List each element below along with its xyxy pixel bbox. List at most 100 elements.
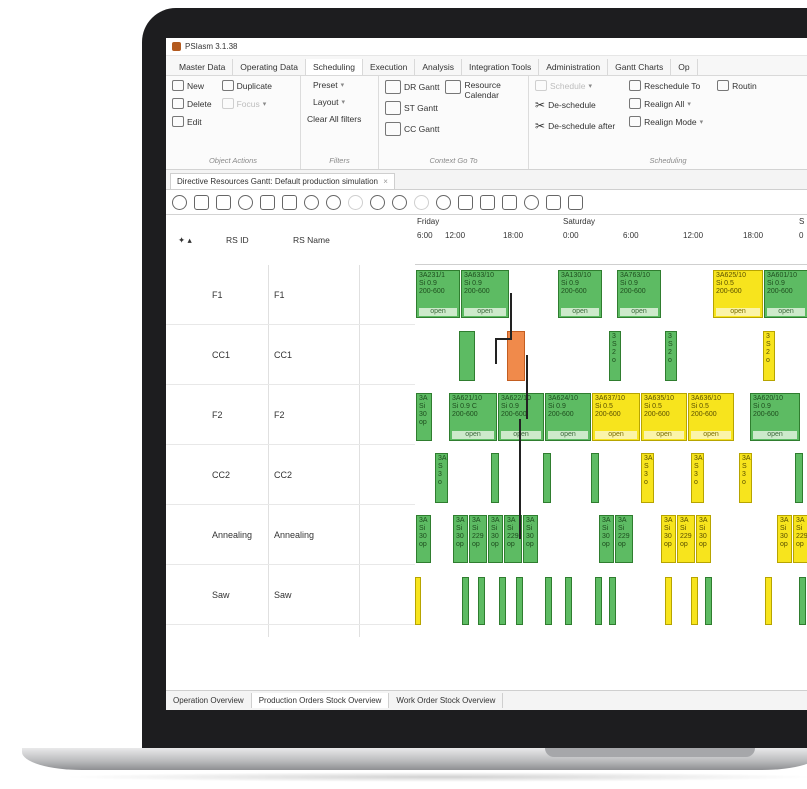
operation-block[interactable]: 3S2o bbox=[665, 331, 677, 381]
skip-forward-icon[interactable] bbox=[216, 194, 231, 210]
preset-dropdown[interactable]: Preset ▾ bbox=[307, 80, 372, 90]
zoom-disabled-icon[interactable] bbox=[348, 194, 363, 210]
menu-tab-gantt-charts[interactable]: Gantt Charts bbox=[608, 59, 672, 75]
link-icon[interactable] bbox=[546, 194, 561, 210]
operation-bar[interactable] bbox=[491, 453, 499, 503]
resource-row[interactable]: F1 F1 bbox=[166, 265, 415, 325]
realign-mode-button[interactable]: Realign Mode ▾ bbox=[629, 116, 703, 127]
tab-operation-overview[interactable]: Operation Overview bbox=[166, 693, 252, 708]
resource-row[interactable]: CC1 CC1 bbox=[166, 325, 415, 385]
operation-block[interactable]: 3A637/10 Si 0.5 200-600 open bbox=[592, 393, 640, 441]
reschedule-to-button[interactable]: Reschedule To bbox=[629, 80, 703, 91]
operation-bar[interactable] bbox=[765, 577, 772, 625]
operation-block[interactable]: 3A Si 30 op bbox=[416, 393, 432, 441]
resource-row[interactable]: CC2 CC2 bbox=[166, 445, 415, 505]
operation-block[interactable]: 3A231/1 Si 0.9 200-600 open bbox=[416, 270, 460, 318]
skip-back-icon[interactable] bbox=[194, 194, 209, 210]
operation-block[interactable]: 3S2o bbox=[609, 331, 621, 381]
operation-bar[interactable] bbox=[799, 577, 806, 625]
operation-bar[interactable] bbox=[543, 453, 551, 503]
column-header-rs-id[interactable]: RS ID bbox=[226, 215, 249, 265]
time-icon[interactable] bbox=[524, 194, 539, 210]
operation-block[interactable]: 3A S 3 o bbox=[739, 453, 752, 503]
edit-button[interactable]: Edit bbox=[172, 116, 212, 127]
compare-icon[interactable] bbox=[568, 194, 583, 210]
tab-directive-resources-gantt[interactable]: Directive Resources Gantt: Default produ… bbox=[170, 173, 395, 189]
st-gantt-button[interactable]: ST Gantt bbox=[385, 101, 439, 115]
operation-bar[interactable] bbox=[705, 577, 712, 625]
menu-tab-integration-tools[interactable]: Integration Tools bbox=[462, 59, 540, 75]
new-button[interactable]: New bbox=[172, 80, 212, 91]
realign-all-button[interactable]: Realign All ▾ bbox=[629, 98, 703, 109]
resource-row[interactable]: F2 F2 bbox=[166, 385, 415, 445]
key-icon[interactable] bbox=[238, 194, 253, 210]
close-icon[interactable]: × bbox=[383, 177, 388, 186]
operation-block[interactable]: 3A S 3 o bbox=[641, 453, 654, 503]
operation-bar[interactable] bbox=[459, 331, 475, 381]
operation-bar[interactable] bbox=[545, 577, 552, 625]
operation-block[interactable]: 3A Si 229 op bbox=[793, 515, 807, 563]
expand-all-icon[interactable]: ✦ ▴ bbox=[178, 215, 192, 265]
resource-row[interactable]: Annealing Annealing bbox=[166, 505, 415, 565]
operation-block[interactable]: 3A625/10 Si 0.5 200-600 open bbox=[713, 270, 763, 318]
operation-bar[interactable] bbox=[595, 577, 602, 625]
operation-block[interactable]: 3A636/10 Si 0.5 200-600 open bbox=[688, 393, 734, 441]
operation-bar[interactable] bbox=[691, 577, 698, 625]
operation-block[interactable]: 3A Si 229 op bbox=[677, 515, 695, 563]
cc-gantt-button[interactable]: CC Gantt bbox=[385, 122, 439, 136]
operation-block[interactable]: 3A635/10 Si 0.5 200-600 open bbox=[641, 393, 687, 441]
zoom-out-icon[interactable] bbox=[370, 194, 385, 210]
operation-block[interactable]: 3S2o bbox=[763, 331, 775, 381]
operation-bar[interactable] bbox=[591, 453, 599, 503]
copy-icon[interactable] bbox=[458, 194, 473, 210]
operation-bar[interactable] bbox=[462, 577, 469, 625]
clear-all-filters-button[interactable]: Clear All filters bbox=[307, 114, 372, 124]
operation-block[interactable]: 3A Si 30 op bbox=[777, 515, 792, 563]
tab-production-orders-stock-overview[interactable]: Production Orders Stock Overview bbox=[251, 693, 390, 708]
de-schedule-button[interactable]: ✂ De-schedule bbox=[535, 98, 615, 112]
operation-block[interactable]: 3A633/10 Si 0.9 200-600 open bbox=[461, 270, 509, 318]
routing-button[interactable]: Routin bbox=[717, 80, 757, 91]
operation-block[interactable]: 3A Si 30 op bbox=[523, 515, 538, 563]
tab-work-order-stock-overview[interactable]: Work Order Stock Overview bbox=[389, 693, 504, 708]
menu-tab-analysis[interactable]: Analysis bbox=[415, 59, 463, 75]
dr-gantt-button[interactable]: DR Gantt bbox=[385, 80, 439, 94]
operation-block[interactable]: 3A130/10 Si 0.9 200-600 open bbox=[558, 270, 602, 318]
schedule-button[interactable]: Schedule ▾ bbox=[535, 80, 615, 91]
operation-block[interactable]: 3A Si 30 op bbox=[661, 515, 676, 563]
operation-block[interactable]: 3A620/10 Si 0.9 200-600 open bbox=[750, 393, 800, 441]
window-icon[interactable] bbox=[282, 194, 297, 210]
zoom-range-icon[interactable] bbox=[414, 194, 429, 210]
resource-calendar-button[interactable]: Resource Calendar bbox=[445, 80, 501, 136]
operation-block[interactable]: 3A Si 229 op bbox=[469, 515, 487, 563]
resource-row[interactable]: Saw Saw bbox=[166, 565, 415, 625]
focus-button[interactable]: Focus ▾ bbox=[221, 98, 272, 109]
de-schedule-after-button[interactable]: ✂ De-schedule after bbox=[535, 119, 615, 133]
column-header-rs-name[interactable]: RS Name bbox=[293, 215, 330, 265]
clock-icon[interactable] bbox=[172, 194, 187, 210]
settings-icon[interactable] bbox=[436, 194, 451, 210]
operation-block[interactable]: 3A Si 30 op bbox=[416, 515, 431, 563]
operation-block[interactable]: 3A Si 30 op bbox=[488, 515, 503, 563]
operation-block[interactable]: 3A Si 30 op bbox=[696, 515, 711, 563]
operation-block[interactable]: 3A621/10 Si 0.9 C 200-600 open bbox=[449, 393, 497, 441]
operation-bar[interactable] bbox=[795, 453, 803, 503]
zoom-reset-icon[interactable] bbox=[392, 194, 407, 210]
zoom-in-icon[interactable] bbox=[304, 194, 319, 210]
menu-tab-administration[interactable]: Administration bbox=[539, 59, 609, 75]
menu-tab-master-data[interactable]: Master Data bbox=[172, 59, 234, 75]
menu-tab-operating-data[interactable]: Operating Data bbox=[233, 59, 306, 75]
layout-dropdown[interactable]: Layout ▾ bbox=[307, 97, 372, 107]
operation-block[interactable]: 3A622/10Si 0.9200-600 open bbox=[498, 393, 544, 441]
duplicate-button[interactable]: Duplicate bbox=[221, 80, 272, 91]
menu-tab-scheduling[interactable]: Scheduling bbox=[305, 59, 364, 75]
operation-block[interactable]: 3A Si 229 op bbox=[615, 515, 633, 563]
operation-bar[interactable] bbox=[499, 577, 506, 625]
operation-block[interactable]: 3A624/10 Si 0.9 200-600 open bbox=[545, 393, 591, 441]
operation-bar[interactable] bbox=[415, 577, 421, 625]
operation-bar[interactable] bbox=[478, 577, 485, 625]
zoom-icon[interactable] bbox=[326, 194, 341, 210]
operation-block[interactable]: 3A Si 30 op bbox=[599, 515, 614, 563]
operation-block[interactable]: 3A S 3 o bbox=[691, 453, 704, 503]
layout-icon[interactable] bbox=[480, 194, 495, 210]
